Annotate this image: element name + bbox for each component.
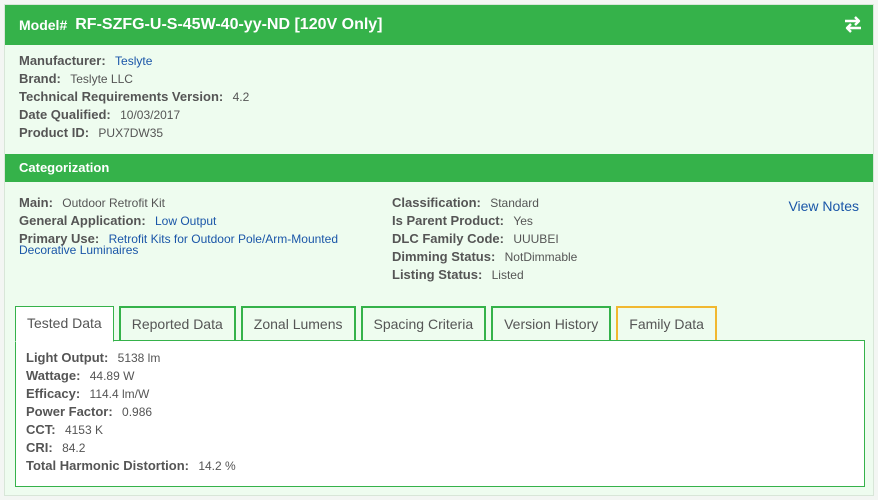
cat-value: Listed [491,268,524,282]
detail-value: PUX7DW35 [98,126,164,140]
cat-row-dimming-status: Dimming Status: NotDimmable [392,248,577,266]
general-application-link[interactable]: Low Output [155,214,216,228]
tested-value: 14.2 % [198,459,236,473]
tested-value: 4153 K [64,423,103,437]
cat-label: Is Parent Product: [392,213,504,228]
tested-label: Wattage: [26,368,81,383]
cat-row-main: Main: Outdoor Retrofit Kit [19,194,338,212]
cat-value: NotDimmable [504,250,578,264]
detail-value: Teslyte LLC [70,72,133,86]
cat-label: Classification: [392,195,481,210]
cat-row-family-code: DLC Family Code: UUUBEI [392,230,577,248]
tested-row-light-output: Light Output: 5138 lm [26,349,854,367]
detail-label: Technical Requirements Version: [19,89,224,104]
model-header: Model# RF-SZFG-U-S-45W-40-yy-ND [120V On… [5,5,873,45]
cat-value: UUUBEI [513,232,559,246]
tab-reported-data[interactable]: Reported Data [118,306,236,341]
product-card: Model# RF-SZFG-U-S-45W-40-yy-ND [120V On… [4,4,874,496]
detail-value: 4.2 [232,90,250,104]
tab-tested-data[interactable]: Tested Data [15,306,114,342]
tab-version-history[interactable]: Version History [491,306,612,341]
tab-spacing-criteria[interactable]: Spacing Criteria [360,306,487,341]
tested-row-power-factor: Power Factor: 0.986 [26,403,854,421]
tested-value: 44.89 W [89,369,135,383]
cat-label: General Application: [19,213,146,228]
categorization-left: Main: Outdoor Retrofit Kit General Appli… [19,194,338,258]
tested-value: 5138 lm [117,351,161,365]
primary-use-link-cont[interactable]: Decorative Luminaires [19,243,138,257]
product-details: Manufacturer: Teslyte Brand: Teslyte LLC… [19,52,249,142]
tested-row-cri: CRI: 84.2 [26,439,854,457]
tested-label: Power Factor: [26,404,113,419]
primary-use-link[interactable]: Retrofit Kits for Outdoor Pole/Arm-Mount… [109,232,338,246]
model-value: RF-SZFG-U-S-45W-40-yy-ND [120V Only] [75,16,383,33]
tested-data-panel: Light Output: 5138 lm Wattage: 44.89 W E… [15,340,865,487]
tested-row-wattage: Wattage: 44.89 W [26,367,854,385]
detail-label: Date Qualified: [19,107,111,122]
tested-row-cct: CCT: 4153 K [26,421,854,439]
swap-arrows-icon[interactable] [843,15,863,33]
detail-label: Manufacturer: [19,53,106,68]
detail-label: Brand: [19,71,61,86]
cat-row-listing-status: Listing Status: Listed [392,266,577,284]
categorization-right: Classification: Standard Is Parent Produ… [392,194,577,284]
cat-label: Main: [19,195,53,210]
cat-label: Listing Status: [392,267,483,282]
tested-label: Light Output: [26,350,109,365]
model-label: Model# [19,17,68,33]
cat-label: DLC Family Code: [392,231,504,246]
tested-row-thd: Total Harmonic Distortion: 14.2 % [26,457,854,475]
categorization-header: Categorization [5,154,873,182]
cat-label: Dimming Status: [392,249,496,264]
data-tabs: Tested Data Reported Data Zonal Lumens S… [15,306,722,342]
tested-label: CCT: [26,422,56,437]
detail-value: 10/03/2017 [120,108,181,122]
tab-family-data[interactable]: Family Data [616,306,717,341]
tab-zonal-lumens[interactable]: Zonal Lumens [240,306,356,341]
detail-label: Product ID: [19,125,90,140]
tested-value: 84.2 [62,441,86,455]
view-notes-link[interactable]: View Notes [788,198,859,214]
detail-row-date-qualified: Date Qualified: 10/03/2017 [19,106,249,124]
cat-row-classification: Classification: Standard [392,194,577,212]
cat-value: Outdoor Retrofit Kit [62,196,166,210]
detail-row-tech-version: Technical Requirements Version: 4.2 [19,88,249,106]
detail-row-manufacturer: Manufacturer: Teslyte [19,52,249,70]
manufacturer-link[interactable]: Teslyte [115,54,152,68]
tested-label: Total Harmonic Distortion: [26,458,189,473]
cat-value: Yes [513,214,533,228]
detail-row-product-id: Product ID: PUX7DW35 [19,124,249,142]
tested-value: 114.4 lm/W [89,387,150,401]
tested-row-efficacy: Efficacy: 114.4 lm/W [26,385,854,403]
cat-row-general-application: General Application: Low Output [19,212,338,230]
cat-row-parent-product: Is Parent Product: Yes [392,212,577,230]
detail-row-brand: Brand: Teslyte LLC [19,70,249,88]
cat-value: Standard [490,196,539,210]
tested-label: Efficacy: [26,386,81,401]
tested-value: 0.986 [122,405,153,419]
tested-label: CRI: [26,440,53,455]
